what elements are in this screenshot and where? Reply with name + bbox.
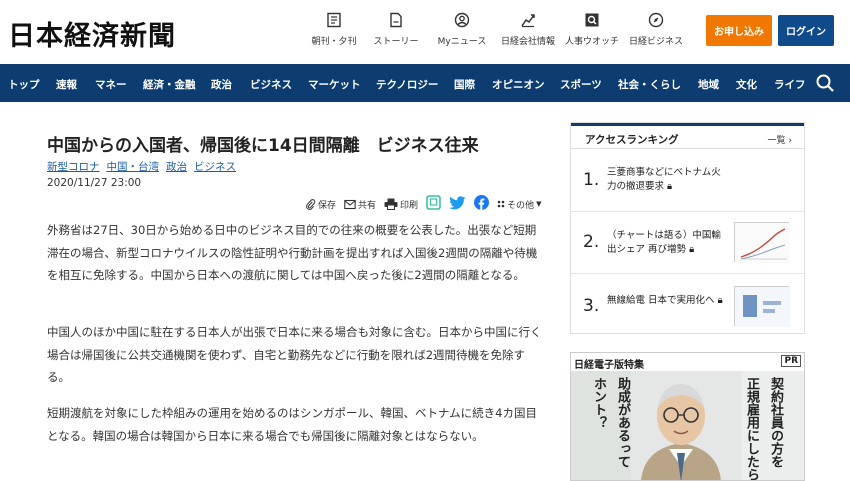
rank-title: 無線給電 日本で実用化へ 🔒︎ <box>607 295 723 306</box>
ranking-item[interactable]: 1. 三菱商事などにベトナム火力の撤退要求 🔒︎ <box>571 150 804 212</box>
article-date: 2020/11/27 23:00 <box>47 177 142 189</box>
site-logo[interactable]: 日本経済新聞 <box>8 14 176 53</box>
ranking-item[interactable]: 3. 無線給電 日本で実用化へ 🔒︎ <box>571 274 804 336</box>
nav-item-technology[interactable]: テクノロジー <box>376 77 438 92</box>
nikkei-business-label: 日経ビジネス <box>628 37 683 47</box>
share-label: 共有 <box>358 200 377 211</box>
rank-number: 3. <box>583 296 600 316</box>
printer-icon <box>384 198 398 210</box>
nav-item-life[interactable]: ライフ <box>774 77 806 92</box>
print-button[interactable]: 印刷 <box>384 198 418 211</box>
top-header: 日本経済新聞 朝刊・夕刊 ストーリー Myニュース 日経会社情報 人事ウオッチ … <box>0 0 850 64</box>
save-label: 保存 <box>318 200 337 211</box>
article-paragraph: 中国人のほか中国に駐在する日本人が出張で日本に来る場合も対象に含む。日本から中国… <box>47 325 542 384</box>
twitter-icon[interactable] <box>449 195 466 214</box>
story-label: ストーリー <box>373 37 419 47</box>
clip-icon <box>306 198 316 210</box>
chevron-down-icon: ▼ <box>536 200 542 208</box>
ad-banner[interactable]: 日経電子版特集 PR ホント？ 助成があるって 正規雇用にしたら 契約社員の方を <box>570 352 805 481</box>
lock-icon: 🔒︎ <box>667 181 673 192</box>
chart-icon <box>518 10 538 30</box>
mail-icon <box>344 199 356 209</box>
ranking-title: アクセスランキング <box>585 134 679 146</box>
nav-item-opinion[interactable]: オピニオン <box>492 77 545 92</box>
nav-item-money[interactable]: マネー <box>95 77 127 92</box>
compass-icon <box>646 10 666 30</box>
main-nav: トップ 速報 マネー 経済・金融 政治 ビジネス マーケット テクノロジー 国際… <box>0 64 850 102</box>
print-label: 印刷 <box>400 200 419 211</box>
ad-image: ホント？ 助成があるって 正規雇用にしたら 契約社員の方を <box>571 371 804 481</box>
mynews-label: Myニュース <box>437 37 487 47</box>
mynews-link[interactable]: Myニュース <box>429 10 495 47</box>
nav-item-region[interactable]: 地域 <box>698 77 719 92</box>
share-button[interactable]: 共有 <box>344 198 376 211</box>
tag-link[interactable]: ビジネス <box>194 159 236 174</box>
rank-thumbnail <box>734 222 790 263</box>
nav-item-breaking[interactable]: 速報 <box>56 77 77 92</box>
signup-button[interactable]: お申し込み <box>706 15 772 46</box>
share-toolbar: 保存 共有 印刷 その他 ▼ <box>305 194 549 214</box>
nav-item-sports[interactable]: スポーツ <box>560 77 602 92</box>
article-paragraph: 短期渡航を対象にした枠組みの運用を始めるのはシンガポール、韓国、ベトナムに続き4… <box>47 406 537 443</box>
search-doc-icon <box>582 10 602 30</box>
tag-link[interactable]: 新型コロナ <box>47 159 100 174</box>
nikkei-business-link[interactable]: 日経ビジネス <box>623 10 689 47</box>
ad-copy-text: 契約社員の方を <box>768 377 783 468</box>
save-button[interactable]: 保存 <box>305 198 336 211</box>
ad-title: 日経電子版特集 <box>574 360 644 371</box>
login-button[interactable]: ログイン <box>778 15 834 46</box>
nav-item-top[interactable]: トップ <box>8 77 40 92</box>
personnel-watch-label: 人事ウオッチ <box>564 37 619 47</box>
ad-copy-text: ホント？ <box>591 377 606 429</box>
nav-item-society[interactable]: 社会・くらし <box>618 77 681 92</box>
more-icon <box>497 200 505 208</box>
ad-header: 日経電子版特集 PR <box>571 353 804 371</box>
nav-item-culture[interactable]: 文化 <box>736 77 757 92</box>
access-ranking: アクセスランキング 一覧 › 1. 三菱商事などにベトナム火力の撤退要求 🔒︎ … <box>570 122 805 334</box>
lock-icon: 🔒︎ <box>689 244 695 255</box>
ranking-more-link[interactable]: 一覧 › <box>768 133 792 146</box>
nav-item-economy[interactable]: 経済・金融 <box>143 77 196 92</box>
newspaper-label: 朝刊・夕刊 <box>311 37 357 47</box>
rank-title: 三菱商事などにベトナム火力の撤退要求 🔒︎ <box>607 167 721 192</box>
story-link[interactable]: ストーリー <box>363 10 429 47</box>
nav-item-politics[interactable]: 政治 <box>211 77 232 92</box>
nav-item-business[interactable]: ビジネス <box>250 77 292 92</box>
more-share-dropdown[interactable]: その他 ▼ <box>497 198 541 211</box>
tag-link[interactable]: 中国・台湾 <box>107 159 160 174</box>
article-headline: 中国からの入国者、帰国後に14日間隔離 ビジネス往来 <box>47 136 479 156</box>
personnel-watch-link[interactable]: 人事ウオッチ <box>561 10 623 47</box>
rank-number: 1. <box>583 170 600 190</box>
header-icon-menu: 朝刊・夕刊 ストーリー Myニュース 日経会社情報 人事ウオッチ 日経ビジネス <box>305 10 689 47</box>
newspaper-icon <box>324 10 344 30</box>
lock-icon: 🔒︎ <box>717 295 723 306</box>
nav-item-international[interactable]: 国際 <box>454 77 475 92</box>
company-info-link[interactable]: 日経会社情報 <box>495 10 561 47</box>
line-share-icon[interactable] <box>426 194 441 214</box>
ranking-item[interactable]: 2. （チャートは語る）中国輸出シェア 再び増勢 🔒︎ <box>571 212 804 274</box>
ad-copy-text: 正規雇用にしたら <box>744 377 759 481</box>
rank-number: 2. <box>583 232 600 252</box>
facebook-icon[interactable] <box>474 194 490 214</box>
user-icon <box>452 10 472 30</box>
more-label: その他 <box>507 200 535 211</box>
tag-link[interactable]: 政治 <box>166 159 187 174</box>
company-info-label: 日経会社情報 <box>500 37 555 47</box>
search-icon[interactable] <box>815 73 835 93</box>
ad-copy-text: 助成があるって <box>615 377 630 468</box>
pr-badge: PR <box>781 355 801 367</box>
newspaper-link[interactable]: 朝刊・夕刊 <box>305 10 363 47</box>
ranking-header: アクセスランキング 一覧 › <box>571 123 804 149</box>
rank-title: （チャートは語る）中国輸出シェア 再び増勢 🔒︎ <box>607 230 721 255</box>
rank-thumbnail <box>734 286 790 327</box>
article-tags: 新型コロナ 中国・台湾 政治 ビジネス <box>47 159 243 174</box>
article-paragraph: 外務省は27日、30日から始める日中のビジネス目的での往来の概要を公表した。出張… <box>47 223 538 282</box>
nav-item-market[interactable]: マーケット <box>308 77 361 92</box>
document-icon <box>386 10 406 30</box>
